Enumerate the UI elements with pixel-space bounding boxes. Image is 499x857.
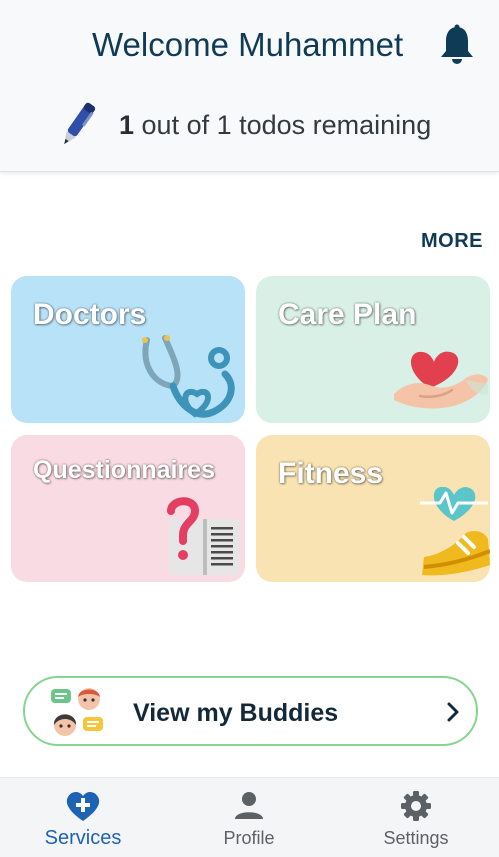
- gear-icon: [401, 791, 431, 821]
- nav-settings-label: Settings: [383, 828, 449, 848]
- chevron-right-icon: [447, 702, 459, 722]
- heart-in-hand-icon: [394, 351, 488, 409]
- person-icon: [235, 792, 263, 819]
- nav-settings[interactable]: Settings: [333, 778, 499, 857]
- bottom-nav: Services Profile Settings: [0, 777, 499, 857]
- services-screen: Welcome Muhammet 1 out of 1 todos remain…: [0, 0, 499, 857]
- more-link[interactable]: MORE: [421, 230, 483, 253]
- header-card: Welcome Muhammet 1 out of 1 todos remain…: [0, 0, 499, 172]
- view-buddies-button[interactable]: View my Buddies: [23, 676, 478, 746]
- heart-plus-icon: [66, 791, 100, 821]
- tile-doctors-label: Doctors: [33, 298, 147, 331]
- stethoscope-icon: [142, 335, 235, 418]
- tile-questionnaires-label: Questionnaires: [33, 456, 215, 484]
- view-buddies-label: View my Buddies: [133, 699, 339, 727]
- nav-services[interactable]: Services: [0, 778, 166, 857]
- tile-doctors[interactable]: Doctors: [11, 276, 245, 423]
- question-book-icon: [167, 497, 239, 575]
- welcome-title: Welcome Muhammet: [92, 26, 404, 63]
- todos-summary: 1 out of 1 todos remaining: [119, 110, 431, 141]
- tile-care-plan-label: Care Plan: [278, 298, 417, 331]
- fitness-icon: [420, 486, 490, 576]
- nav-profile-label: Profile: [223, 828, 275, 848]
- pen-icon: [64, 102, 96, 145]
- buddies-icon: [51, 688, 103, 736]
- tile-questionnaires[interactable]: Questionnaires: [11, 435, 245, 582]
- bell-icon[interactable]: [438, 24, 476, 66]
- tile-care-plan[interactable]: Care Plan: [256, 276, 490, 423]
- nav-profile[interactable]: Profile: [166, 778, 332, 857]
- todos-count: 1: [119, 110, 135, 140]
- todos-text: out of 1 todos remaining: [134, 110, 432, 140]
- nav-services-label: Services: [44, 827, 122, 849]
- tile-fitness-label: Fitness: [278, 457, 384, 490]
- tile-fitness[interactable]: Fitness: [256, 435, 490, 582]
